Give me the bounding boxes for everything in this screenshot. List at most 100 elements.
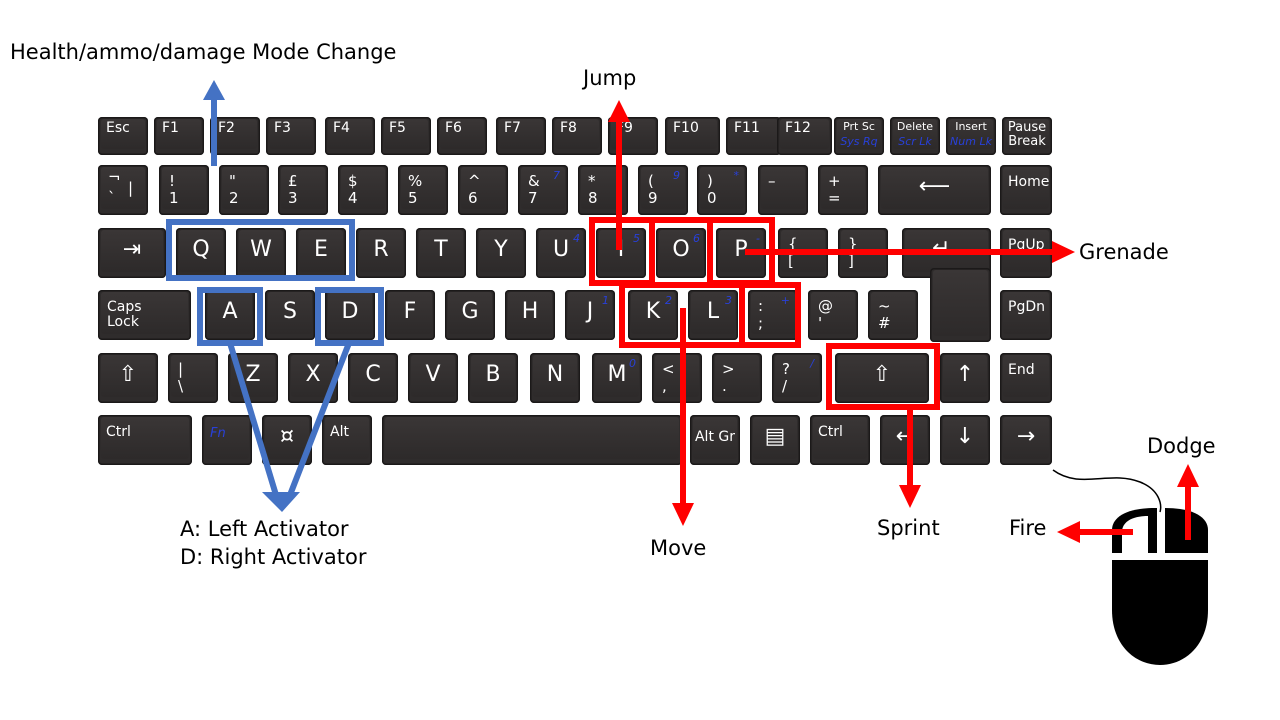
key-minus[interactable]: – xyxy=(758,165,808,215)
key-esc[interactable]: Esc xyxy=(98,117,148,155)
key-r[interactable]: R xyxy=(356,228,406,278)
key-alt[interactable]: Alt xyxy=(322,415,372,465)
key-top-label: : xyxy=(758,297,764,315)
key-bottom-label: 3 xyxy=(288,189,298,207)
key-f7[interactable]: F7 xyxy=(496,117,546,155)
key-hash[interactable]: ~ # xyxy=(868,290,918,340)
key-p[interactable]: P- xyxy=(716,228,766,278)
key-d2[interactable]: " 2 xyxy=(219,165,269,215)
key-rbracket[interactable]: }] xyxy=(838,228,888,278)
key-t[interactable]: T xyxy=(416,228,466,278)
key-right[interactable]: → xyxy=(1000,415,1052,465)
key-g[interactable]: G xyxy=(445,290,495,340)
key-a[interactable]: A xyxy=(205,290,255,340)
key-altgr[interactable]: Alt Gr xyxy=(690,415,740,465)
key-down[interactable]: ↓ xyxy=(940,415,990,465)
key-label: N xyxy=(546,362,564,387)
key-d4[interactable]: $4 xyxy=(338,165,388,215)
key-i[interactable]: I5 xyxy=(596,228,646,278)
key-rshift[interactable]: ⇧ xyxy=(835,353,929,403)
key-equals[interactable]: + = xyxy=(818,165,868,215)
key-f6[interactable]: F6 xyxy=(437,117,487,155)
key-up[interactable]: ↑ xyxy=(940,353,990,403)
key-h[interactable]: H xyxy=(505,290,555,340)
dodge-label: Dodge xyxy=(1147,434,1216,458)
key-rctrl[interactable]: Ctrl xyxy=(810,415,870,465)
key-prtsc[interactable]: Prt Sc Sys Rq xyxy=(834,117,884,155)
key-f1[interactable]: F1 xyxy=(154,117,204,155)
key-delete[interactable]: Delete Scr Lk xyxy=(890,117,940,155)
key-f11[interactable]: F11 xyxy=(726,117,781,155)
key-f12[interactable]: F12 xyxy=(777,117,832,155)
key-e[interactable]: E xyxy=(296,228,346,278)
key-fn[interactable]: Fn xyxy=(202,415,252,465)
key-f8[interactable]: F8 xyxy=(552,117,602,155)
key-caps[interactable]: Caps Lock xyxy=(98,290,191,340)
key-label: F7 xyxy=(504,120,521,136)
key-d3[interactable]: £3 xyxy=(278,165,328,215)
key-f3[interactable]: F3 xyxy=(266,117,316,155)
key-home[interactable]: Home xyxy=(1000,165,1052,215)
key-f4[interactable]: F4 xyxy=(325,117,375,155)
key-d7[interactable]: & 7 7 xyxy=(518,165,568,215)
key-end[interactable]: End xyxy=(1000,353,1052,403)
key-s[interactable]: S xyxy=(265,290,315,340)
key-d[interactable]: D xyxy=(325,290,375,340)
key-fn-label: 3 xyxy=(725,294,732,307)
key-o[interactable]: O6 xyxy=(656,228,706,278)
key-grave[interactable]: ¬ ` | xyxy=(98,165,148,215)
key-lbracket[interactable]: {[ xyxy=(778,228,828,278)
key-bottom-label: 9 xyxy=(648,189,658,207)
key-top-label: > xyxy=(722,360,735,378)
key-f10[interactable]: F10 xyxy=(665,117,720,155)
key-n[interactable]: N xyxy=(530,353,580,403)
key-left[interactable]: ← xyxy=(880,415,930,465)
key-d9[interactable]: (9 9 xyxy=(638,165,688,215)
key-enter-lower[interactable] xyxy=(930,268,991,342)
key-backslash[interactable]: | \ xyxy=(168,353,218,403)
key-x[interactable]: X xyxy=(288,353,338,403)
key-c[interactable]: C xyxy=(348,353,398,403)
key-d1[interactable]: ! 1 xyxy=(159,165,209,215)
key-l[interactable]: L3 xyxy=(688,290,738,340)
key-z[interactable]: Z xyxy=(228,353,278,403)
key-b[interactable]: B xyxy=(468,353,518,403)
key-semicolon[interactable]: :; + xyxy=(748,290,798,340)
key-label: PgUp xyxy=(1008,237,1045,253)
key-comma[interactable]: <, xyxy=(652,353,702,403)
key-backspace[interactable]: ⟵ xyxy=(878,165,991,215)
key-pgup[interactable]: PgUp xyxy=(1000,228,1052,278)
key-q[interactable]: Q xyxy=(176,228,226,278)
key-label: PgDn xyxy=(1008,299,1045,315)
key-f5[interactable]: F5 xyxy=(381,117,431,155)
key-d6[interactable]: ^ 6 xyxy=(458,165,508,215)
key-lctrl[interactable]: Ctrl xyxy=(98,415,192,465)
key-pause[interactable]: Pause Break xyxy=(1002,117,1052,155)
key-j[interactable]: J1 xyxy=(565,290,615,340)
key-f2[interactable]: F2 xyxy=(210,117,260,155)
key-u[interactable]: U4 xyxy=(536,228,586,278)
key-label: ← xyxy=(895,424,915,449)
key-pgdn[interactable]: PgDn xyxy=(1000,290,1052,340)
key-label: F10 xyxy=(673,120,699,136)
key-space[interactable] xyxy=(382,415,682,465)
key-v[interactable]: V xyxy=(408,353,458,403)
key-quote[interactable]: @ ' xyxy=(808,290,858,340)
key-tab[interactable]: ⇥ xyxy=(98,228,166,278)
key-f9[interactable]: F9 xyxy=(608,117,658,155)
key-d8[interactable]: * 8 xyxy=(578,165,628,215)
key-y[interactable]: Y xyxy=(476,228,526,278)
key-insert[interactable]: Insert Num Lk xyxy=(946,117,996,155)
key-label: Pause xyxy=(1007,120,1047,135)
key-period[interactable]: >. xyxy=(712,353,762,403)
key-w[interactable]: W xyxy=(236,228,286,278)
key-f[interactable]: F xyxy=(385,290,435,340)
key-d5[interactable]: % 5 xyxy=(398,165,448,215)
key-k[interactable]: K2 xyxy=(628,290,678,340)
key-slash[interactable]: ? / / xyxy=(772,353,822,403)
key-d0[interactable]: ) 0 * xyxy=(697,165,747,215)
key-menu[interactable]: ▤ xyxy=(750,415,800,465)
key-win[interactable]: ¤ xyxy=(262,415,312,465)
key-lshift[interactable]: ⇧ xyxy=(98,353,158,403)
key-m[interactable]: M0 xyxy=(592,353,642,403)
